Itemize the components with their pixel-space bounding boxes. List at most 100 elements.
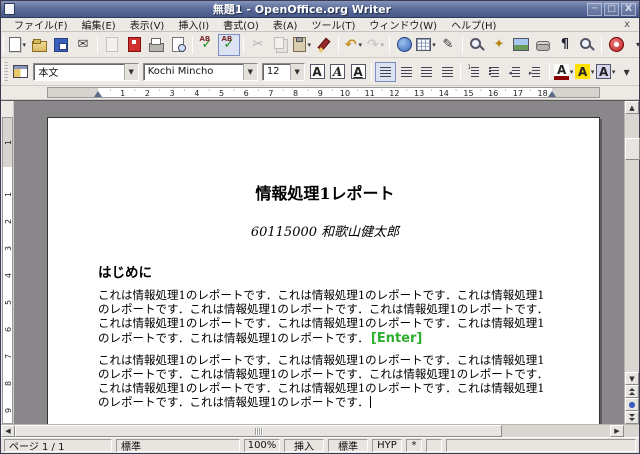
- increase-indent-button[interactable]: ▸: [526, 62, 547, 82]
- titlebar[interactable]: 無題1 - OpenOffice.org Writer ─ □ X: [1, 1, 639, 18]
- status-selection-mode[interactable]: 標準: [328, 439, 368, 452]
- styles-window-button[interactable]: [10, 61, 32, 83]
- chevron-down-icon[interactable]: ▼: [289, 63, 304, 80]
- align-justify-button[interactable]: [437, 62, 458, 82]
- dropdown-arrow-icon[interactable]: ▾: [432, 41, 436, 49]
- italic-button[interactable]: A: [327, 62, 348, 82]
- text-line: これは情報処理1のレポートです．これは情報処理1のレポートです．これは情報処理1: [98, 381, 545, 396]
- font-name-combo[interactable]: Kochi Mincho ▼: [142, 62, 258, 81]
- help-button[interactable]: [605, 34, 627, 56]
- gallery-button[interactable]: [510, 34, 532, 56]
- font-size-combo[interactable]: 12 ▼: [261, 62, 305, 81]
- toolbar-overflow-2-button[interactable]: ▾: [616, 62, 637, 82]
- document-canvas: 情報処理1レポート 60115000 和歌山健太郎 はじめに これは情報処理1の…: [14, 101, 624, 424]
- chevron-down-icon[interactable]: ▼: [123, 63, 138, 80]
- menu-help[interactable]: ヘルプ(H): [444, 17, 503, 32]
- highlighting-button[interactable]: A ▾: [574, 62, 595, 82]
- status-hyperlink-mode[interactable]: HYP: [372, 439, 402, 452]
- close-button[interactable]: X: [621, 2, 636, 16]
- format-paintbrush-button[interactable]: [313, 34, 335, 56]
- scroll-down-button[interactable]: ▼: [625, 372, 639, 385]
- redo-button[interactable]: ↷ ▾: [364, 34, 386, 56]
- minimize-button[interactable]: ─: [587, 2, 602, 16]
- dropdown-arrow-icon[interactable]: ▾: [358, 41, 362, 49]
- document-as-email-button[interactable]: ✉: [72, 34, 94, 56]
- dropdown-arrow-icon[interactable]: ▾: [22, 41, 26, 49]
- menu-view[interactable]: 表示(V): [123, 17, 172, 32]
- paragraph-style-combo[interactable]: 本文 ▼: [33, 62, 139, 81]
- vertical-scrollbar[interactable]: ▲ ▼ ●: [624, 101, 640, 424]
- data-sources-button[interactable]: [532, 34, 554, 56]
- scroll-left-button[interactable]: ◀: [1, 425, 15, 437]
- bullet-list-button[interactable]: [485, 62, 506, 82]
- navigator-button[interactable]: ✦: [488, 34, 510, 56]
- status-page-style[interactable]: 標準: [116, 439, 240, 452]
- dropdown-arrow-icon[interactable]: ▾: [612, 68, 616, 76]
- menu-edit[interactable]: 編集(E): [75, 17, 123, 32]
- next-page-button[interactable]: [625, 411, 639, 424]
- paste-button[interactable]: ▾: [291, 34, 313, 56]
- previous-page-button[interactable]: [625, 385, 639, 398]
- navigation-button[interactable]: ●: [625, 398, 639, 411]
- menu-format[interactable]: 書式(O): [216, 17, 266, 32]
- menu-window[interactable]: ウィンドウ(W): [362, 17, 444, 32]
- insert-table-button[interactable]: ▾: [415, 34, 437, 56]
- dropdown-arrow-icon[interactable]: ▾: [591, 68, 595, 76]
- numbered-list-button[interactable]: [464, 62, 485, 82]
- menu-tools[interactable]: ツール(T): [304, 17, 362, 32]
- underline-button[interactable]: A: [348, 62, 369, 82]
- dropdown-arrow-icon[interactable]: ▾: [307, 41, 311, 49]
- export-pdf-button[interactable]: [123, 34, 145, 56]
- find-replace-button[interactable]: [466, 34, 488, 56]
- align-left-button[interactable]: [375, 61, 396, 82]
- toolbar-grip[interactable]: [3, 35, 4, 54]
- menu-insert[interactable]: 挿入(I): [171, 17, 216, 32]
- vertical-scroll-track[interactable]: [625, 114, 640, 372]
- menu-file[interactable]: ファイル(F): [7, 17, 75, 32]
- horizontal-scroll-track[interactable]: [15, 425, 610, 437]
- char-background-button[interactable]: A ▾: [595, 62, 616, 82]
- font-color-button[interactable]: A ▾: [553, 62, 574, 82]
- edit-file-button[interactable]: [101, 34, 123, 56]
- decrease-indent-button[interactable]: ◂: [505, 62, 526, 82]
- find-replace-icon: [469, 36, 486, 53]
- zoom-button[interactable]: [576, 34, 598, 56]
- save-button[interactable]: [50, 34, 72, 56]
- print-button[interactable]: [145, 34, 167, 56]
- hyperlink-button[interactable]: [393, 34, 415, 56]
- menu-table[interactable]: 表(A): [266, 17, 305, 32]
- toolbar-separator: [371, 62, 373, 81]
- draw-functions-button[interactable]: ✎: [437, 34, 459, 56]
- scroll-right-button[interactable]: ▶: [610, 425, 624, 437]
- scroll-up-button[interactable]: ▲: [625, 101, 639, 114]
- status-zoom[interactable]: 100%: [244, 439, 280, 452]
- menubar-close-button[interactable]: x: [621, 19, 633, 30]
- auto-spellcheck-button[interactable]: ✓: [218, 33, 240, 56]
- dropdown-arrow-icon[interactable]: ▾: [570, 68, 574, 76]
- right-indent-marker[interactable]: [548, 91, 556, 97]
- vertical-scroll-thumb[interactable]: [625, 138, 640, 160]
- status-insert-mode[interactable]: 挿入: [284, 439, 324, 452]
- align-right-button[interactable]: [416, 62, 437, 82]
- document-text[interactable]: 情報処理1レポート 60115000 和歌山健太郎 はじめに これは情報処理1の…: [48, 118, 599, 410]
- formatting-marks-button[interactable]: ¶: [554, 34, 576, 56]
- toolbar-overflow-button[interactable]: ▾: [627, 34, 640, 56]
- align-center-button[interactable]: [396, 62, 417, 82]
- toolbar-grip-2[interactable]: [3, 61, 8, 82]
- page-preview-button[interactable]: [167, 34, 189, 56]
- status-page[interactable]: ページ 1 / 1: [4, 439, 112, 452]
- horizontal-scrollbar[interactable]: ◀ ▶: [1, 424, 639, 437]
- new-document-button[interactable]: ▾: [6, 34, 28, 56]
- chevron-down-icon[interactable]: ▼: [242, 63, 257, 80]
- horizontal-scroll-thumb[interactable]: [15, 425, 502, 437]
- spellcheck-button[interactable]: ✓: [196, 34, 218, 56]
- open-file-button[interactable]: [28, 34, 50, 56]
- left-indent-marker[interactable]: [94, 91, 102, 97]
- copy-button[interactable]: [269, 34, 291, 56]
- bold-button[interactable]: A: [307, 62, 328, 82]
- undo-button[interactable]: ↶ ▾: [342, 34, 364, 56]
- cut-button[interactable]: ✂: [247, 34, 269, 56]
- document-page[interactable]: 情報処理1レポート 60115000 和歌山健太郎 はじめに これは情報処理1の…: [47, 117, 600, 424]
- maximize-button[interactable]: □: [604, 2, 619, 16]
- dropdown-arrow-icon[interactable]: ▾: [380, 41, 384, 49]
